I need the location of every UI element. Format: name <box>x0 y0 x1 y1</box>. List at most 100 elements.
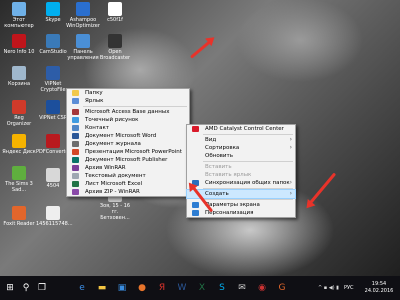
desktop-icon-label: CamStudio <box>39 49 67 55</box>
yandex-disk-icon <box>12 134 26 148</box>
desktop-icon[interactable]: 4504 <box>36 168 70 189</box>
menu-item[interactable]: Точечный рисунок <box>67 116 189 124</box>
desktop-icon[interactable]: 1456115748... <box>36 206 73 227</box>
edge-icon[interactable]: e <box>76 282 88 294</box>
menu-item-label: Лист Microsoft Excel <box>85 181 143 187</box>
menu-item-label: Презентация Microsoft PowerPoint <box>85 149 182 155</box>
camera-icon[interactable]: ◉ <box>256 282 268 294</box>
chevron-right-icon: › <box>289 136 292 143</box>
menu-item-label: Документ журнала <box>85 141 141 147</box>
zip-icon <box>72 189 79 195</box>
menu-item[interactable]: Лист Microsoft Excel <box>67 180 189 188</box>
desktop-wallpaper[interactable]: Этот компьютер Skype Ashampoo WinOptimizer… <box>0 0 400 276</box>
menu-item-label: Точечный рисунок <box>85 117 139 123</box>
menu-item[interactable]: Архив WinRAR <box>67 164 189 172</box>
desktop-icon[interactable]: c50f1f <box>98 2 132 23</box>
menu-item[interactable]: Текстовый документ <box>67 172 189 180</box>
menu-item[interactable]: Персонализация <box>187 209 295 217</box>
menu-item-label: Папку <box>85 90 103 96</box>
desktop-icon[interactable]: Панель управления <box>66 34 100 61</box>
firefox-icon[interactable]: ● <box>136 282 148 294</box>
camstudio-icon <box>46 34 60 48</box>
file-explorer-icon[interactable]: ▬ <box>96 282 108 294</box>
desktop-icon[interactable]: Reg Organizer <box>2 100 36 127</box>
menu-item-label: Архив WinRAR <box>85 165 126 171</box>
system-tray-icons[interactable]: ^ ▪ ◀) ▮ <box>318 285 339 291</box>
desktop-icon[interactable]: Этот компьютер <box>2 2 36 29</box>
desktop-icon[interactable]: Яндекс Диск <box>2 134 36 155</box>
menu-item-label: Обновить <box>205 153 233 159</box>
menu-item[interactable]: Ярлык <box>67 97 189 105</box>
menu-item[interactable]: Документ Microsoft Word <box>67 132 189 140</box>
personalize-icon <box>192 210 199 216</box>
vipnet-icon <box>46 66 60 80</box>
word-icon <box>72 133 79 139</box>
publisher-icon <box>72 157 79 163</box>
menu-item[interactable]: Документ журнала <box>67 140 189 148</box>
desktop-icon[interactable]: Ashampoo WinOptimizer <box>66 2 100 29</box>
menu-item-label: Контакт <box>85 125 109 131</box>
yandex-icon[interactable]: Я <box>156 282 168 294</box>
desktop-icon[interactable]: Nero Info 10 <box>2 34 36 55</box>
menu-item-label: Вставить <box>205 164 232 170</box>
start-icon[interactable]: ⊞ <box>4 282 16 294</box>
shortcut-icon <box>72 98 79 104</box>
image-file-icon <box>108 2 122 16</box>
menu-item[interactable]: Папку <box>67 89 189 97</box>
recycle-bin-icon <box>12 66 26 80</box>
menu-item[interactable]: Вид › <box>187 136 295 144</box>
skype-icon[interactable]: S <box>216 282 228 294</box>
control-panel-icon <box>76 34 90 48</box>
word-icon[interactable]: W <box>176 282 188 294</box>
reg-organizer-icon <box>12 100 26 114</box>
desktop-icon[interactable]: Skype <box>36 2 70 23</box>
language-indicator[interactable]: РУС <box>344 285 354 291</box>
desktop-icon-label: The Sims 3 Sad... <box>5 181 33 193</box>
desktop-icon-label: Open Broadcaster <box>99 49 131 61</box>
menu-item[interactable]: Обновить <box>187 152 295 160</box>
menu-item-label: Microsoft Access Base данных <box>85 109 170 115</box>
vipnet-csp-icon <box>46 100 60 114</box>
clock-time: 19:54 <box>371 281 387 287</box>
contact-icon <box>72 125 79 131</box>
sims-icon <box>12 166 26 180</box>
menu-item[interactable]: Архив ZIP - WinRAR <box>67 188 189 196</box>
desktop-icon[interactable]: VIPNet CryptoFile <box>36 66 70 93</box>
menu-item-label: Синхронизация общих папок <box>205 180 290 186</box>
clock-date: 24.02.2016 <box>364 288 394 294</box>
desktop-icon[interactable]: The Sims 3 Sad... <box>2 166 36 193</box>
excel-icon[interactable]: X <box>196 282 208 294</box>
menu-item[interactable]: Документ Microsoft Publisher <box>67 156 189 164</box>
menu-item[interactable]: Microsoft Access Base данных <box>67 108 189 116</box>
ashampoo-icon <box>76 2 90 16</box>
clock[interactable]: 19:54 24.02.2016 <box>360 281 398 295</box>
task-view-icon[interactable]: ❐ <box>36 282 48 294</box>
menu-item[interactable]: Синхронизация общих папок › <box>187 179 295 187</box>
menu-item-label: AMD Catalyst Control Center <box>205 126 284 132</box>
menu-item[interactable]: Презентация Microsoft PowerPoint <box>67 148 189 156</box>
desktop-icon[interactable]: CamStudio <box>36 34 70 55</box>
store-icon[interactable]: ▣ <box>116 282 128 294</box>
foxit-icon[interactable]: G <box>276 282 288 294</box>
text-file-icon <box>72 173 79 179</box>
journal-icon <box>72 141 79 147</box>
menu-item[interactable]: AMD Catalyst Control Center <box>187 125 295 133</box>
chevron-right-icon: › <box>289 190 292 197</box>
menu-item[interactable]: Контакт <box>67 124 189 132</box>
menu-separator <box>203 188 293 189</box>
search-icon[interactable]: ⚲ <box>20 282 32 294</box>
powerpoint-icon <box>72 149 79 155</box>
menu-item[interactable]: Вставить <box>187 163 295 171</box>
desktop-icon[interactable]: Foxit Reader <box>2 206 36 227</box>
menu-item[interactable]: Вставить ярлык <box>187 171 295 179</box>
desktop-icon[interactable]: Open Broadcaster <box>98 34 132 61</box>
desktop-icon-label: Nero Info 10 <box>3 49 35 55</box>
menu-item[interactable]: Сортировка › <box>187 144 295 152</box>
menu-separator <box>203 199 293 200</box>
mail-icon[interactable]: ✉ <box>236 282 248 294</box>
display-icon <box>192 202 199 208</box>
desktop-icon[interactable]: ViPNet CSP <box>36 100 70 121</box>
desktop-icon[interactable]: Корзина <box>2 66 36 87</box>
annotation-arrow-top <box>190 39 212 59</box>
desktop-icon[interactable]: PDFConverter <box>36 134 71 155</box>
